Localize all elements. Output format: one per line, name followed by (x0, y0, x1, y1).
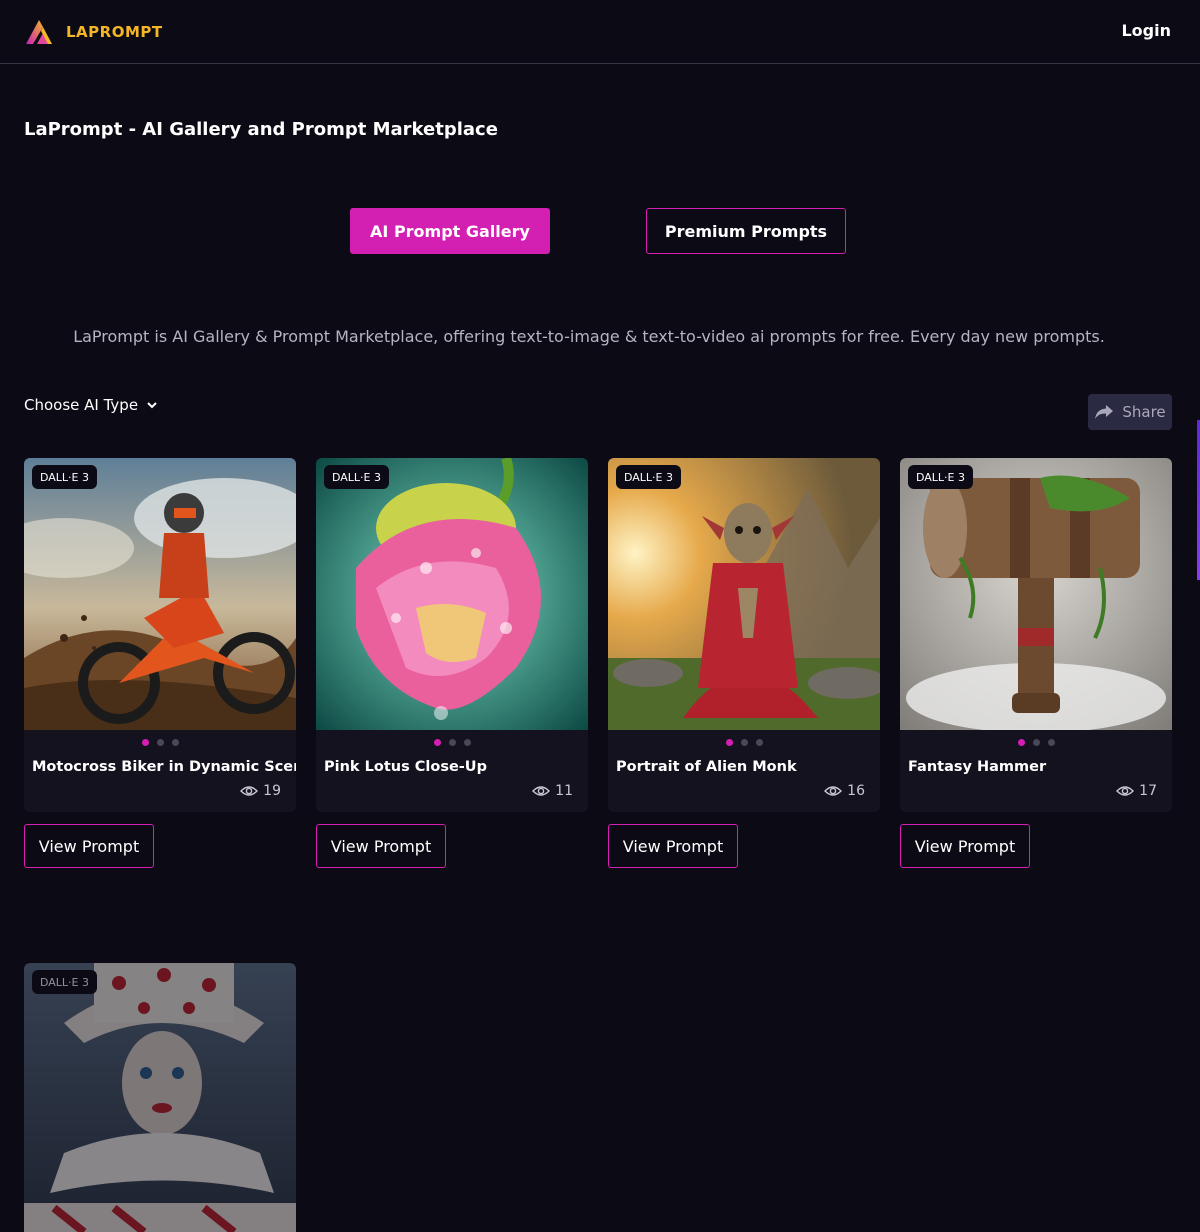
carousel-dot[interactable] (1017, 739, 1025, 746)
laprompt-logo-icon (26, 20, 52, 44)
view-count-value: 16 (847, 783, 865, 799)
chevron-down-icon (147, 402, 157, 409)
carousel-dot[interactable] (725, 739, 733, 746)
intro-text: LaPrompt is AI Gallery & Prompt Marketpl… (73, 327, 1105, 346)
share-icon (1095, 405, 1114, 419)
ai-type-label: Choose AI Type (24, 396, 139, 414)
card-body[interactable]: DALL·E 3 Motocross Biker in Dynamic Scen… (24, 458, 296, 812)
carousel-dot[interactable] (171, 739, 179, 746)
card-image[interactable]: DALL·E 3 (316, 458, 588, 730)
card-body[interactable]: DALL·E 3 Pink Lotus Close-Up 11 (316, 458, 588, 812)
eye-icon (240, 786, 259, 796)
card-image[interactable]: DALL·E 3 (608, 458, 880, 730)
carousel-dot[interactable] (141, 739, 149, 746)
model-badge: DALL·E 3 (32, 970, 98, 994)
login-link[interactable]: Login (1121, 21, 1171, 40)
carousel-dot[interactable] (433, 739, 441, 746)
carousel-dot[interactable] (1032, 739, 1040, 746)
carousel-dot[interactable] (1047, 739, 1055, 746)
prompt-card: DALL·E 3 Portrait of Alien Monk 16 View … (608, 458, 880, 868)
logo[interactable]: LAPROMPT (24, 18, 163, 46)
view-count: 16 (824, 783, 865, 799)
model-badge: DALL·E 3 (324, 465, 390, 489)
ai-type-dropdown[interactable]: Choose AI Type (24, 396, 158, 414)
fantasy-hammer-image (900, 458, 1172, 730)
page-title: LaPrompt - AI Gallery and Prompt Marketp… (24, 119, 498, 140)
view-count-value: 11 (555, 783, 573, 799)
card-image[interactable]: DALL·E 3 (900, 458, 1172, 730)
eye-icon (824, 786, 843, 796)
motocross-image (24, 458, 296, 730)
share-button[interactable]: Share (1088, 394, 1172, 430)
view-prompt-button[interactable]: View Prompt (24, 824, 154, 868)
model-badge: DALL·E 3 (616, 465, 682, 489)
view-count-value: 19 (263, 783, 281, 799)
card-body[interactable]: DALL·E 3 Fantasy Hammer 17 (900, 458, 1172, 812)
prompt-card: DALL·E 3 Fantasy Hammer 17 View Prompt (900, 458, 1172, 868)
alien-monk-image (608, 458, 880, 730)
carousel-dot[interactable] (448, 739, 456, 746)
card-body[interactable]: DALL·E 3 Portrait of Alien Monk 16 (608, 458, 880, 812)
eye-icon (532, 786, 551, 796)
clown-portrait-image (24, 963, 296, 1232)
carousel-dot[interactable] (156, 739, 164, 746)
prompt-card: DALL·E 3 Pink Lotus Close-Up 11 View Pro… (316, 458, 588, 868)
card-image[interactable]: DALL·E 3 (24, 458, 296, 730)
model-badge: DALL·E 3 (908, 465, 974, 489)
view-prompt-button[interactable]: View Prompt (608, 824, 738, 868)
share-label: Share (1122, 403, 1166, 421)
prompt-card-loading[interactable]: DALL·E 3 (24, 963, 296, 1232)
model-badge: DALL·E 3 (32, 465, 98, 489)
carousel-dot[interactable] (463, 739, 471, 746)
card-title[interactable]: Pink Lotus Close-Up (324, 759, 487, 775)
view-prompt-button[interactable]: View Prompt (900, 824, 1030, 868)
lotus-image (316, 458, 588, 730)
carousel-dot[interactable] (740, 739, 748, 746)
view-count: 11 (532, 783, 573, 799)
top-navbar: LAPROMPT Login (0, 0, 1200, 64)
prompt-card: DALL·E 3 Motocross Biker in Dynamic Scen… (24, 458, 296, 868)
carousel-dots (24, 739, 296, 746)
carousel-dots (900, 739, 1172, 746)
card-title[interactable]: Portrait of Alien Monk (616, 759, 797, 775)
carousel-dots (608, 739, 880, 746)
view-prompt-button[interactable]: View Prompt (316, 824, 446, 868)
card-title[interactable]: Fantasy Hammer (908, 759, 1046, 775)
card-title[interactable]: Motocross Biker in Dynamic Scene (32, 759, 296, 775)
view-count: 17 (1116, 783, 1157, 799)
carousel-dots (316, 739, 588, 746)
view-count-value: 17 (1139, 783, 1157, 799)
carousel-dot[interactable] (755, 739, 763, 746)
tab-ai-prompt-gallery[interactable]: AI Prompt Gallery (350, 208, 550, 254)
view-count: 19 (240, 783, 281, 799)
tab-premium-prompts[interactable]: Premium Prompts (646, 208, 846, 254)
logo-text: LAPROMPT (66, 23, 163, 41)
eye-icon (1116, 786, 1135, 796)
